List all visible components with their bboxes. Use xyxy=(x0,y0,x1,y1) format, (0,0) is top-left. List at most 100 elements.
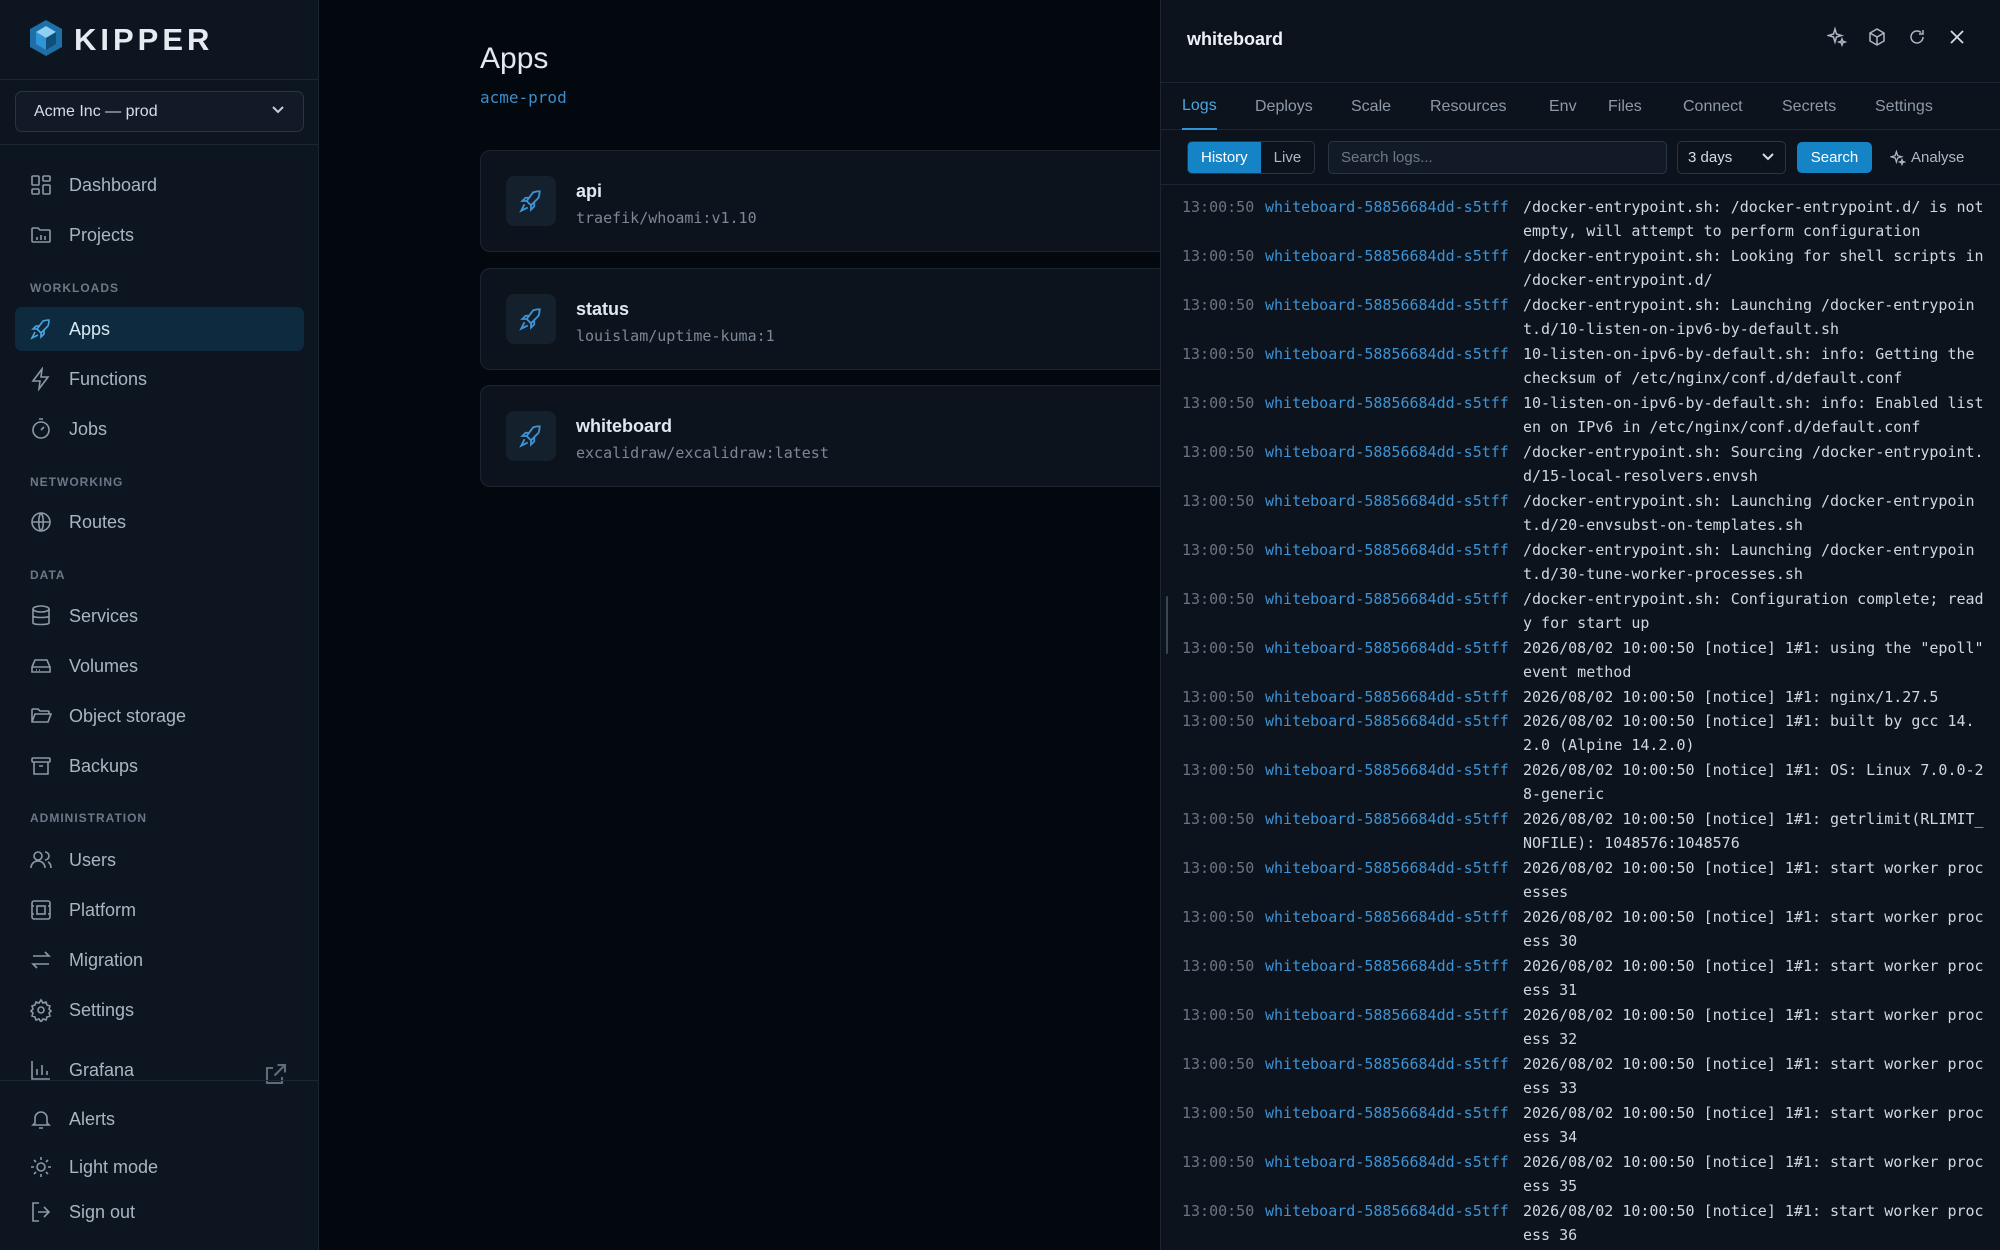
nav-backups[interactable]: Backups xyxy=(15,744,304,788)
log-pod-name[interactable]: whiteboard-58856684dd-s5tff xyxy=(1265,1199,1509,1223)
log-message: /docker-entrypoint.sh: Sourcing /docker-… xyxy=(1523,443,1984,485)
log-pod-name[interactable]: whiteboard-58856684dd-s5tff xyxy=(1265,709,1509,733)
log-pod-name[interactable]: whiteboard-58856684dd-s5tff xyxy=(1265,538,1509,562)
log-timestamp: 13:00:50 xyxy=(1182,443,1255,461)
log-pod-name[interactable]: whiteboard-58856684dd-s5tff xyxy=(1265,807,1509,831)
search-button[interactable]: Search xyxy=(1797,142,1872,173)
project-name[interactable]: acme-prod xyxy=(480,88,567,107)
nav-routes[interactable]: Routes xyxy=(15,500,304,544)
close-icon[interactable] xyxy=(1946,26,1968,48)
log-message: 2026/08/02 10:00:50 [notice] 1#1: built … xyxy=(1523,712,1975,754)
log-pod-name[interactable]: whiteboard-58856684dd-s5tff xyxy=(1265,489,1509,513)
rocket-icon xyxy=(506,411,556,461)
tab-scale[interactable]: Scale xyxy=(1351,83,1391,130)
log-timestamp: 13:00:50 xyxy=(1182,492,1255,510)
nav-projects[interactable]: Projects xyxy=(15,213,304,257)
log-timestamp: 13:00:50 xyxy=(1182,1055,1255,1073)
divider xyxy=(0,1080,319,1081)
nav-users[interactable]: Users xyxy=(15,838,304,882)
nav-functions[interactable]: Functions xyxy=(15,357,304,401)
nav-migration[interactable]: Migration xyxy=(15,938,304,982)
app-image: excalidraw/excalidraw:latest xyxy=(576,444,829,462)
nav-apps[interactable]: Apps xyxy=(15,307,304,351)
log-pod-name[interactable]: whiteboard-58856684dd-s5tff xyxy=(1265,685,1509,709)
tab-files[interactable]: Files xyxy=(1608,83,1642,130)
tab-connect[interactable]: Connect xyxy=(1683,83,1743,130)
tab-resources[interactable]: Resources xyxy=(1430,83,1506,130)
nav-dashboard[interactable]: Dashboard xyxy=(15,163,304,207)
database-icon xyxy=(32,605,50,626)
time-range-value: 3 days xyxy=(1688,149,1733,166)
nav-platform[interactable]: Platform xyxy=(15,888,304,932)
nav-light-mode[interactable]: Light mode xyxy=(15,1145,304,1189)
app-card-status[interactable]: status louislam/uptime-kuma:1 xyxy=(480,268,1200,370)
log-message: 2026/08/02 10:00:50 [notice] 1#1: start … xyxy=(1523,859,1984,901)
nav-sign-out[interactable]: Sign out xyxy=(15,1190,304,1234)
globe-icon xyxy=(31,512,51,532)
log-pod-name[interactable]: whiteboard-58856684dd-s5tff xyxy=(1265,1101,1509,1125)
log-pod-name[interactable]: whiteboard-58856684dd-s5tff xyxy=(1265,1003,1509,1027)
nav-alerts[interactable]: Alerts xyxy=(15,1097,304,1141)
app-name: api xyxy=(576,181,603,201)
log-pod-name[interactable]: whiteboard-58856684dd-s5tff xyxy=(1265,244,1509,268)
tab-secrets[interactable]: Secrets xyxy=(1782,83,1836,130)
log-timestamp: 13:00:50 xyxy=(1182,957,1255,975)
log-pod-name[interactable]: whiteboard-58856684dd-s5tff xyxy=(1265,1052,1509,1076)
log-search-input[interactable]: Search logs... xyxy=(1328,141,1667,174)
brand-logo[interactable]: KIPPER xyxy=(28,18,213,62)
logs-toolbar: History Live Search logs... 3 days Searc… xyxy=(1161,130,2000,185)
log-timestamp: 13:00:50 xyxy=(1182,247,1255,265)
tab-settings[interactable]: Settings xyxy=(1875,83,1933,130)
log-pod-name[interactable]: whiteboard-58856684dd-s5tff xyxy=(1265,440,1509,464)
external-link-icon xyxy=(265,1063,287,1085)
log-message: 2026/08/02 10:00:50 [notice] 1#1: start … xyxy=(1523,957,1984,999)
log-message: 2026/08/02 10:00:50 [notice] 1#1: start … xyxy=(1523,1104,1984,1146)
nav-services[interactable]: Services xyxy=(15,594,304,638)
nav-object-storage[interactable]: Object storage xyxy=(15,694,304,738)
mode-history-button[interactable]: History xyxy=(1188,142,1261,173)
chevron-down-icon xyxy=(1761,149,1775,167)
log-message: 2026/08/02 10:00:50 [notice] 1#1: using … xyxy=(1523,639,1993,681)
nav-section-workloads: WORKLOADS xyxy=(30,281,119,295)
app-card-whiteboard[interactable]: whiteboard excalidraw/excalidraw:latest xyxy=(480,385,1200,487)
log-message: 10-listen-on-ipv6-by-default.sh: info: E… xyxy=(1523,394,1984,436)
log-message: 2026/08/02 10:00:50 [notice] 1#1: OS: Li… xyxy=(1523,761,1984,803)
nav-volumes[interactable]: Volumes xyxy=(15,644,304,688)
kipper-logo-icon xyxy=(28,18,64,63)
lightning-icon xyxy=(31,367,50,391)
time-range-select[interactable]: 3 days xyxy=(1677,141,1786,174)
refresh-icon[interactable] xyxy=(1906,26,1928,48)
log-pod-name[interactable]: whiteboard-58856684dd-s5tff xyxy=(1265,391,1509,415)
panel-tabs: Logs Deploys Scale Resources Env Files C… xyxy=(1161,82,2000,130)
rocket-icon xyxy=(506,294,556,344)
log-pod-name[interactable]: whiteboard-58856684dd-s5tff xyxy=(1265,954,1509,978)
log-timestamp: 13:00:50 xyxy=(1182,712,1255,730)
app-card-api[interactable]: api traefik/whoami:v1.10 xyxy=(480,150,1200,252)
log-pod-name[interactable]: whiteboard-58856684dd-s5tff xyxy=(1265,293,1509,317)
log-pod-name[interactable]: whiteboard-58856684dd-s5tff xyxy=(1265,195,1509,219)
nav-settings[interactable]: Settings xyxy=(15,988,304,1032)
org-select[interactable]: Acme Inc — prod xyxy=(15,91,304,132)
log-message: /docker-entrypoint.sh: Launching /docker… xyxy=(1523,492,1975,534)
log-pod-name[interactable]: whiteboard-58856684dd-s5tff xyxy=(1265,636,1509,660)
nav-grafana[interactable]: Grafana xyxy=(15,1048,304,1092)
log-pod-name[interactable]: whiteboard-58856684dd-s5tff xyxy=(1265,758,1509,782)
log-pod-name[interactable]: whiteboard-58856684dd-s5tff xyxy=(1265,856,1509,880)
analyse-label: Analyse xyxy=(1911,149,1965,166)
sparkles-icon[interactable] xyxy=(1826,26,1848,48)
mode-live-button[interactable]: Live xyxy=(1261,142,1315,173)
tab-env[interactable]: Env xyxy=(1549,83,1577,130)
log-pod-name[interactable]: whiteboard-58856684dd-s5tff xyxy=(1265,905,1509,929)
log-pod-name[interactable]: whiteboard-58856684dd-s5tff xyxy=(1265,342,1509,366)
analyse-button[interactable]: Analyse xyxy=(1890,142,1964,173)
log-pod-name[interactable]: whiteboard-58856684dd-s5tff xyxy=(1265,587,1509,611)
nav-jobs[interactable]: Jobs xyxy=(15,407,304,451)
log-output[interactable]: 13:00:50 whiteboard-58856684dd-s5tff/dock… xyxy=(1161,186,2000,1250)
sparkles-icon xyxy=(1890,149,1906,166)
tab-logs[interactable]: Logs xyxy=(1182,83,1217,130)
tab-deploys[interactable]: Deploys xyxy=(1255,83,1313,130)
cube-icon[interactable] xyxy=(1866,26,1888,48)
log-timestamp: 13:00:50 xyxy=(1182,908,1255,926)
users-icon xyxy=(30,851,52,869)
log-pod-name[interactable]: whiteboard-58856684dd-s5tff xyxy=(1265,1150,1509,1174)
